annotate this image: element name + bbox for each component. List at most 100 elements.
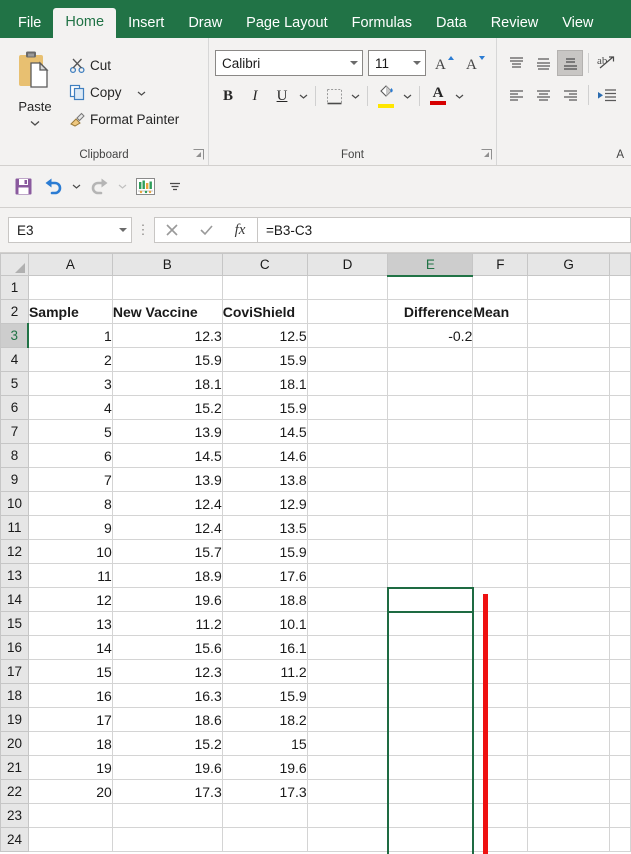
formula-input[interactable]: =B3-C3 [257,217,631,243]
cell-D18[interactable] [306,683,389,708]
cell-G13[interactable] [527,563,611,588]
cell-D1[interactable] [306,275,389,300]
cell-F17[interactable] [472,659,529,684]
cell-C16[interactable]: 16.1 [221,635,308,660]
cell-D15[interactable] [306,611,389,636]
cell-D23[interactable] [306,803,389,828]
cell-A20[interactable]: 18 [27,731,113,756]
row-header-13[interactable]: 13 [0,563,29,588]
row-header-24[interactable]: 24 [0,827,29,852]
cell-H4[interactable] [609,347,631,372]
cell-B6[interactable]: 15.2 [111,395,223,420]
column-header-g[interactable]: G [527,253,611,276]
cell-C13[interactable]: 17.6 [221,563,308,588]
cell-C24[interactable] [221,827,308,852]
cell-A24[interactable] [27,827,113,852]
cell-F7[interactable] [472,419,529,444]
row-header-16[interactable]: 16 [0,635,29,660]
paste-button[interactable]: Paste [6,46,64,133]
cell-G24[interactable] [527,827,611,852]
row-header-22[interactable]: 22 [0,779,29,804]
align-middle-button[interactable] [530,50,556,76]
cell-C21[interactable]: 19.6 [221,755,308,780]
cell-D6[interactable] [306,395,389,420]
cell-B5[interactable]: 18.1 [111,371,223,396]
cell-G21[interactable] [527,755,611,780]
cell-F8[interactable] [472,443,529,468]
cell-B15[interactable]: 11.2 [111,611,223,636]
cell-E11[interactable] [387,515,474,540]
customize-quick-access-toolbar-button[interactable] [160,172,190,202]
cell-G9[interactable] [527,467,611,492]
cell-A15[interactable]: 13 [27,611,113,636]
cell-B4[interactable]: 15.9 [111,347,223,372]
cell-B24[interactable] [111,827,223,852]
cell-H12[interactable] [609,539,631,564]
cell-E17[interactable] [387,659,474,684]
cell-D24[interactable] [306,827,389,852]
cell-F9[interactable] [472,467,529,492]
tab-home[interactable]: Home [53,7,117,38]
cell-H2[interactable] [609,299,631,324]
cell-D2[interactable] [306,299,389,324]
cell-D7[interactable] [306,419,389,444]
cell-C6[interactable]: 15.9 [221,395,308,420]
cell-H21[interactable] [609,755,631,780]
cell-H24[interactable] [609,827,631,852]
column-header-e[interactable]: E [387,253,474,277]
row-header-4[interactable]: 4 [0,347,29,372]
cell-F3[interactable] [472,323,529,348]
cell-E22[interactable] [387,779,474,804]
cell-E16[interactable] [387,635,474,660]
align-top-button[interactable] [503,50,529,76]
font-name-combo[interactable]: Calibri [215,50,363,76]
cell-D12[interactable] [306,539,389,564]
row-header-6[interactable]: 6 [0,395,29,420]
cell-C19[interactable]: 18.2 [221,707,308,732]
row-header-18[interactable]: 18 [0,683,29,708]
row-header-17[interactable]: 17 [0,659,29,684]
cell-D13[interactable] [306,563,389,588]
cell-H13[interactable] [609,563,631,588]
cell-C23[interactable] [221,803,308,828]
align-left-button[interactable] [503,82,529,108]
wrap-text-button[interactable]: ab [594,50,620,76]
cell-E15[interactable] [387,611,474,636]
cell-E6[interactable] [387,395,474,420]
cell-H23[interactable] [609,803,631,828]
name-box-chevron-down-icon[interactable] [119,228,127,232]
cell-H3[interactable] [609,323,631,348]
cell-G19[interactable] [527,707,611,732]
cell-B19[interactable]: 18.6 [111,707,223,732]
cell-E8[interactable] [387,443,474,468]
cell-E3[interactable]: -0.2 [387,323,474,348]
cell-G23[interactable] [527,803,611,828]
cell-C9[interactable]: 13.8 [221,467,308,492]
cell-B20[interactable]: 15.2 [111,731,223,756]
borders-chevron-down-icon[interactable] [348,83,362,109]
cell-D19[interactable] [306,707,389,732]
row-header-8[interactable]: 8 [0,443,29,468]
tab-draw[interactable]: Draw [176,9,234,39]
cell-F21[interactable] [472,755,529,780]
row-header-21[interactable]: 21 [0,755,29,780]
cell-E13[interactable] [387,563,474,588]
cell-E2[interactable]: Difference [387,299,474,324]
row-header-2[interactable]: 2 [0,299,29,324]
decrease-indent-button[interactable] [594,82,620,108]
cell-C17[interactable]: 11.2 [221,659,308,684]
cell-B23[interactable] [111,803,223,828]
cell-H10[interactable] [609,491,631,516]
increase-font-size-button[interactable]: A [431,50,457,76]
cell-E5[interactable] [387,371,474,396]
cell-H20[interactable] [609,731,631,756]
row-header-1[interactable]: 1 [0,275,29,300]
cell-H18[interactable] [609,683,631,708]
cell-C18[interactable]: 15.9 [221,683,308,708]
cancel-button[interactable] [155,218,189,242]
font-size-chevron-down-icon[interactable] [413,61,421,65]
decrease-font-size-button[interactable]: A [462,50,488,76]
cell-A18[interactable]: 16 [27,683,113,708]
cell-A12[interactable]: 10 [27,539,113,564]
cell-C22[interactable]: 17.3 [221,779,308,804]
